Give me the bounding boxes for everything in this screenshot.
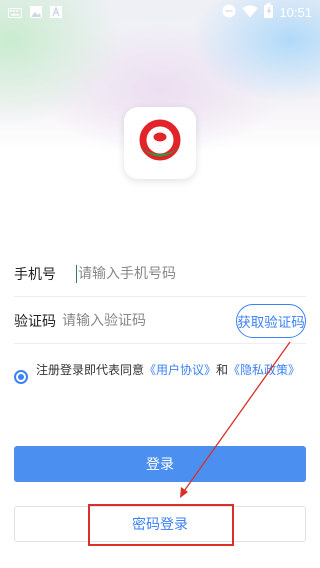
annotation-arrow [180, 341, 291, 498]
